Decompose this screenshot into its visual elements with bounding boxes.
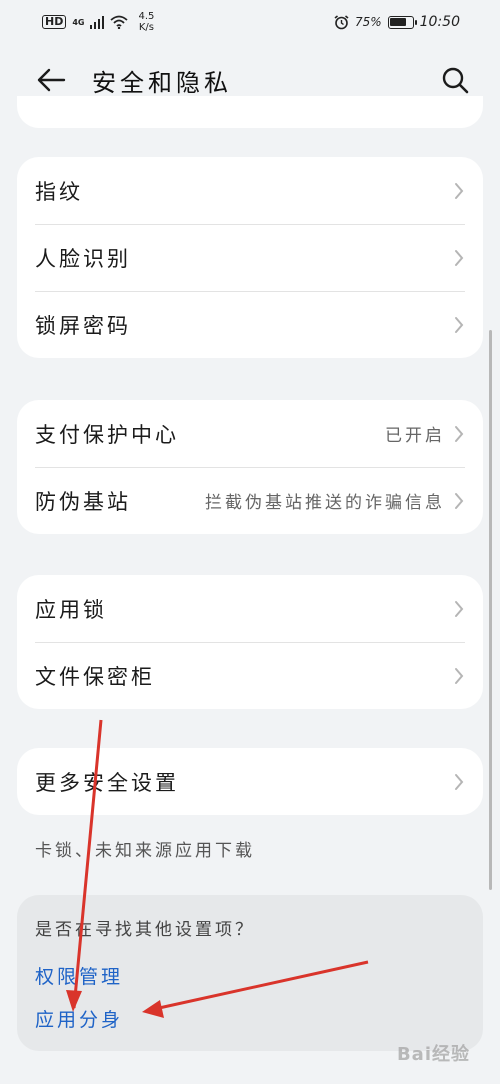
row-status-value: 拦截伪基站推送的诈骗信息 [205,493,445,513]
alarm-icon [334,14,349,29]
chevron-right-icon [453,666,465,686]
more-security-card: 更多安全设置 [17,748,483,815]
row-fingerprint[interactable]: 指纹 [17,157,483,224]
row-label: 文件保密柜 [35,664,155,689]
wifi-icon [110,15,129,29]
chevron-right-icon [453,599,465,619]
signal-icon [90,15,105,29]
chevron-right-icon [453,315,465,335]
chevron-right-icon [453,424,465,444]
chevron-right-icon [453,772,465,792]
search-button[interactable] [438,63,472,97]
back-arrow-icon [37,68,66,92]
row-app-lock[interactable]: 应用锁 [17,575,483,642]
status-left: HD 4G 4.5 K/s [42,11,154,33]
link-permission-management[interactable]: 权限管理 [35,962,465,989]
clock: 10:50 [419,14,460,30]
speed-unit: K/s [138,22,154,33]
battery-level [390,18,406,26]
row-face-recognition[interactable]: 人脸识别 [17,224,483,291]
chevron-right-icon [453,491,465,511]
speed-value: 4.5 [138,11,155,22]
row-label: 人脸识别 [35,246,131,271]
row-payment-protection[interactable]: 支付保护中心 已开启 [17,400,483,467]
app-security-card: 应用锁 文件保密柜 [17,575,483,709]
row-label: 支付保护中心 [35,422,179,447]
network-speed: 4.5 K/s [138,11,154,33]
row-more-security-settings[interactable]: 更多安全设置 [17,748,483,815]
biometric-card: 指纹 人脸识别 锁屏密码 [17,157,483,358]
row-label: 指纹 [35,179,83,204]
chevron-right-icon [453,181,465,201]
row-file-safe[interactable]: 文件保密柜 [17,642,483,709]
back-button[interactable] [34,63,68,97]
previous-card-bottom [17,96,483,128]
page-title: 安全和隐私 [92,68,232,97]
network-type: 4G [72,17,85,27]
hd-indicator: HD [42,15,67,29]
battery-icon [387,15,417,29]
more-security-note: 卡锁、未知来源应用下载 [35,841,255,861]
suggestions-title: 是否在寻找其他设置项？ [35,920,255,940]
watermark-logo: Bai经验 [396,1044,470,1065]
suggestions-card: 是否在寻找其他设置项？ 权限管理 应用分身 [17,895,483,1051]
status-right: 75% 10:50 [334,14,460,30]
status-bar: HD 4G 4.5 K/s 75% 10:50 [0,0,500,44]
row-lock-screen-password[interactable]: 锁屏密码 [17,291,483,358]
chevron-right-icon [453,248,465,268]
row-label: 更多安全设置 [35,770,179,795]
row-label: 锁屏密码 [35,313,131,338]
search-icon [442,67,469,94]
link-app-twin[interactable]: 应用分身 [35,1005,465,1032]
row-label: 防伪基站 [35,489,131,514]
protection-card: 支付保护中心 已开启 防伪基站 拦截伪基站推送的诈骗信息 [17,400,483,534]
row-status-value: 已开启 [385,426,445,446]
battery-percent: 75% [354,15,382,29]
row-label: 应用锁 [35,597,107,622]
scrollbar[interactable] [489,330,492,890]
row-fake-base-station[interactable]: 防伪基站 拦截伪基站推送的诈骗信息 [17,467,483,534]
